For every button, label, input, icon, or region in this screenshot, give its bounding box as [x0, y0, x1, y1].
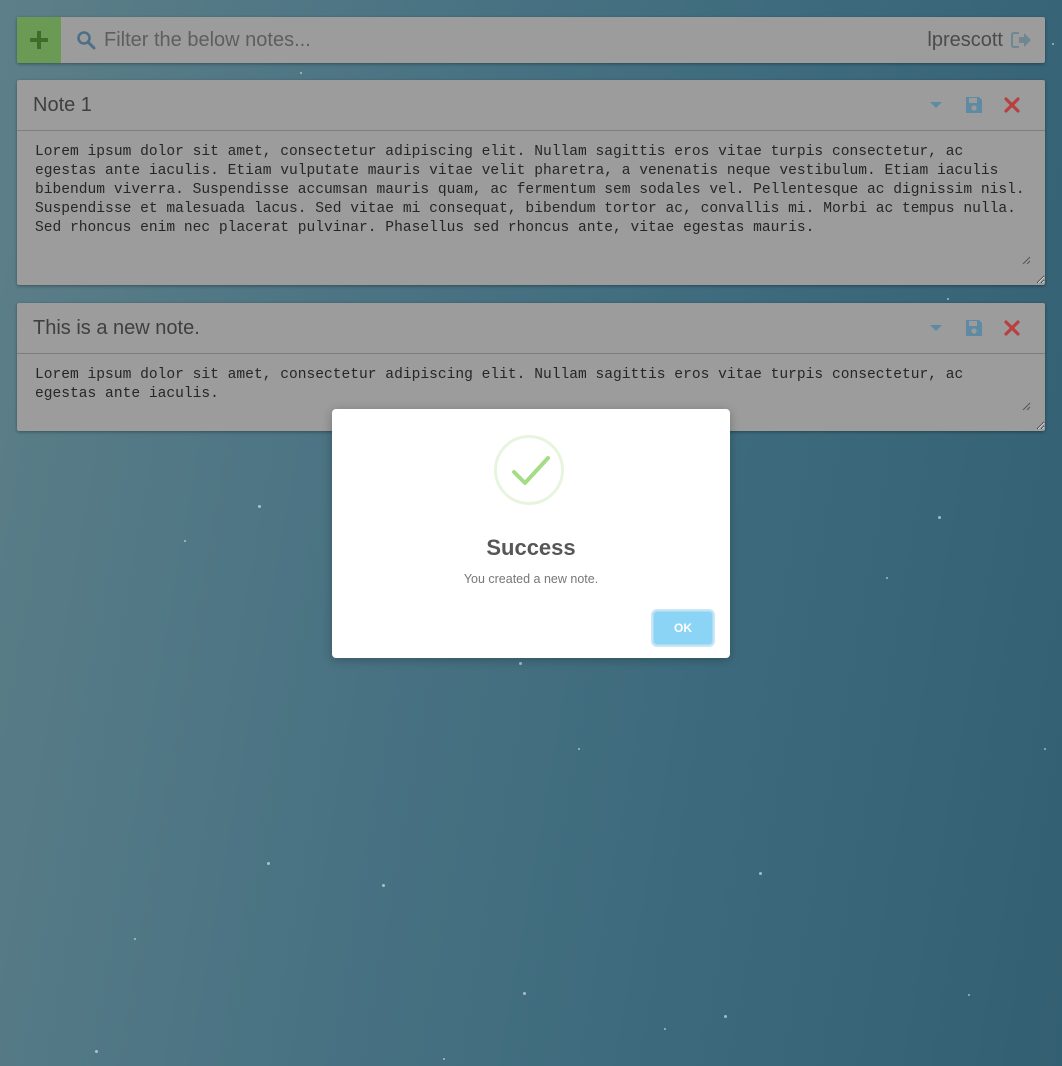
star [724, 1015, 727, 1018]
star [134, 938, 136, 940]
plus-icon [30, 31, 48, 49]
success-dialog: Success You created a new note. OK [332, 409, 730, 658]
note-body[interactable]: Lorem ipsum dolor sit amet, consectetur … [17, 131, 1045, 284]
save-icon[interactable] [963, 94, 985, 116]
note-header: Note 1 [17, 80, 1045, 131]
star [1052, 43, 1054, 45]
note-actions [925, 94, 1023, 116]
note-actions [925, 317, 1023, 339]
star [938, 516, 941, 519]
note-title[interactable]: Note 1 [33, 94, 925, 117]
delete-icon[interactable] [1001, 94, 1023, 116]
star [95, 1050, 98, 1053]
resize-handle-icon[interactable] [1021, 255, 1031, 265]
notes-toolbar: lprescott [17, 17, 1045, 63]
star [382, 884, 385, 887]
star [300, 72, 302, 74]
star [1044, 748, 1046, 750]
resize-handle-icon[interactable] [1021, 401, 1031, 411]
caret-down-icon[interactable] [925, 317, 947, 339]
add-note-button[interactable] [17, 17, 61, 63]
star [184, 540, 186, 542]
star [664, 1028, 666, 1030]
ok-button[interactable]: OK [653, 611, 713, 645]
delete-icon[interactable] [1001, 317, 1023, 339]
dialog-title: Success [486, 535, 576, 560]
star [968, 994, 970, 996]
star [519, 662, 522, 665]
star [267, 862, 270, 865]
username-label: lprescott [927, 28, 1003, 51]
star [443, 1058, 445, 1060]
caret-down-icon[interactable] [925, 94, 947, 116]
search-input[interactable] [104, 25, 928, 55]
success-icon-circle [494, 435, 564, 505]
star [886, 577, 888, 579]
star [523, 992, 526, 995]
star [258, 505, 261, 508]
star [578, 748, 580, 750]
note-header: This is a new note. [17, 303, 1045, 354]
star [759, 872, 762, 875]
sign-out-icon[interactable] [1011, 29, 1033, 51]
dialog-message: You created a new note. [463, 572, 599, 586]
save-icon[interactable] [963, 317, 985, 339]
note-card: Note 1 Lorem ipsum dolor sit amet, conse… [17, 80, 1045, 285]
checkmark-icon [512, 456, 550, 485]
note-title[interactable]: This is a new note. [33, 317, 925, 340]
star [947, 298, 949, 300]
search-icon [74, 28, 98, 52]
